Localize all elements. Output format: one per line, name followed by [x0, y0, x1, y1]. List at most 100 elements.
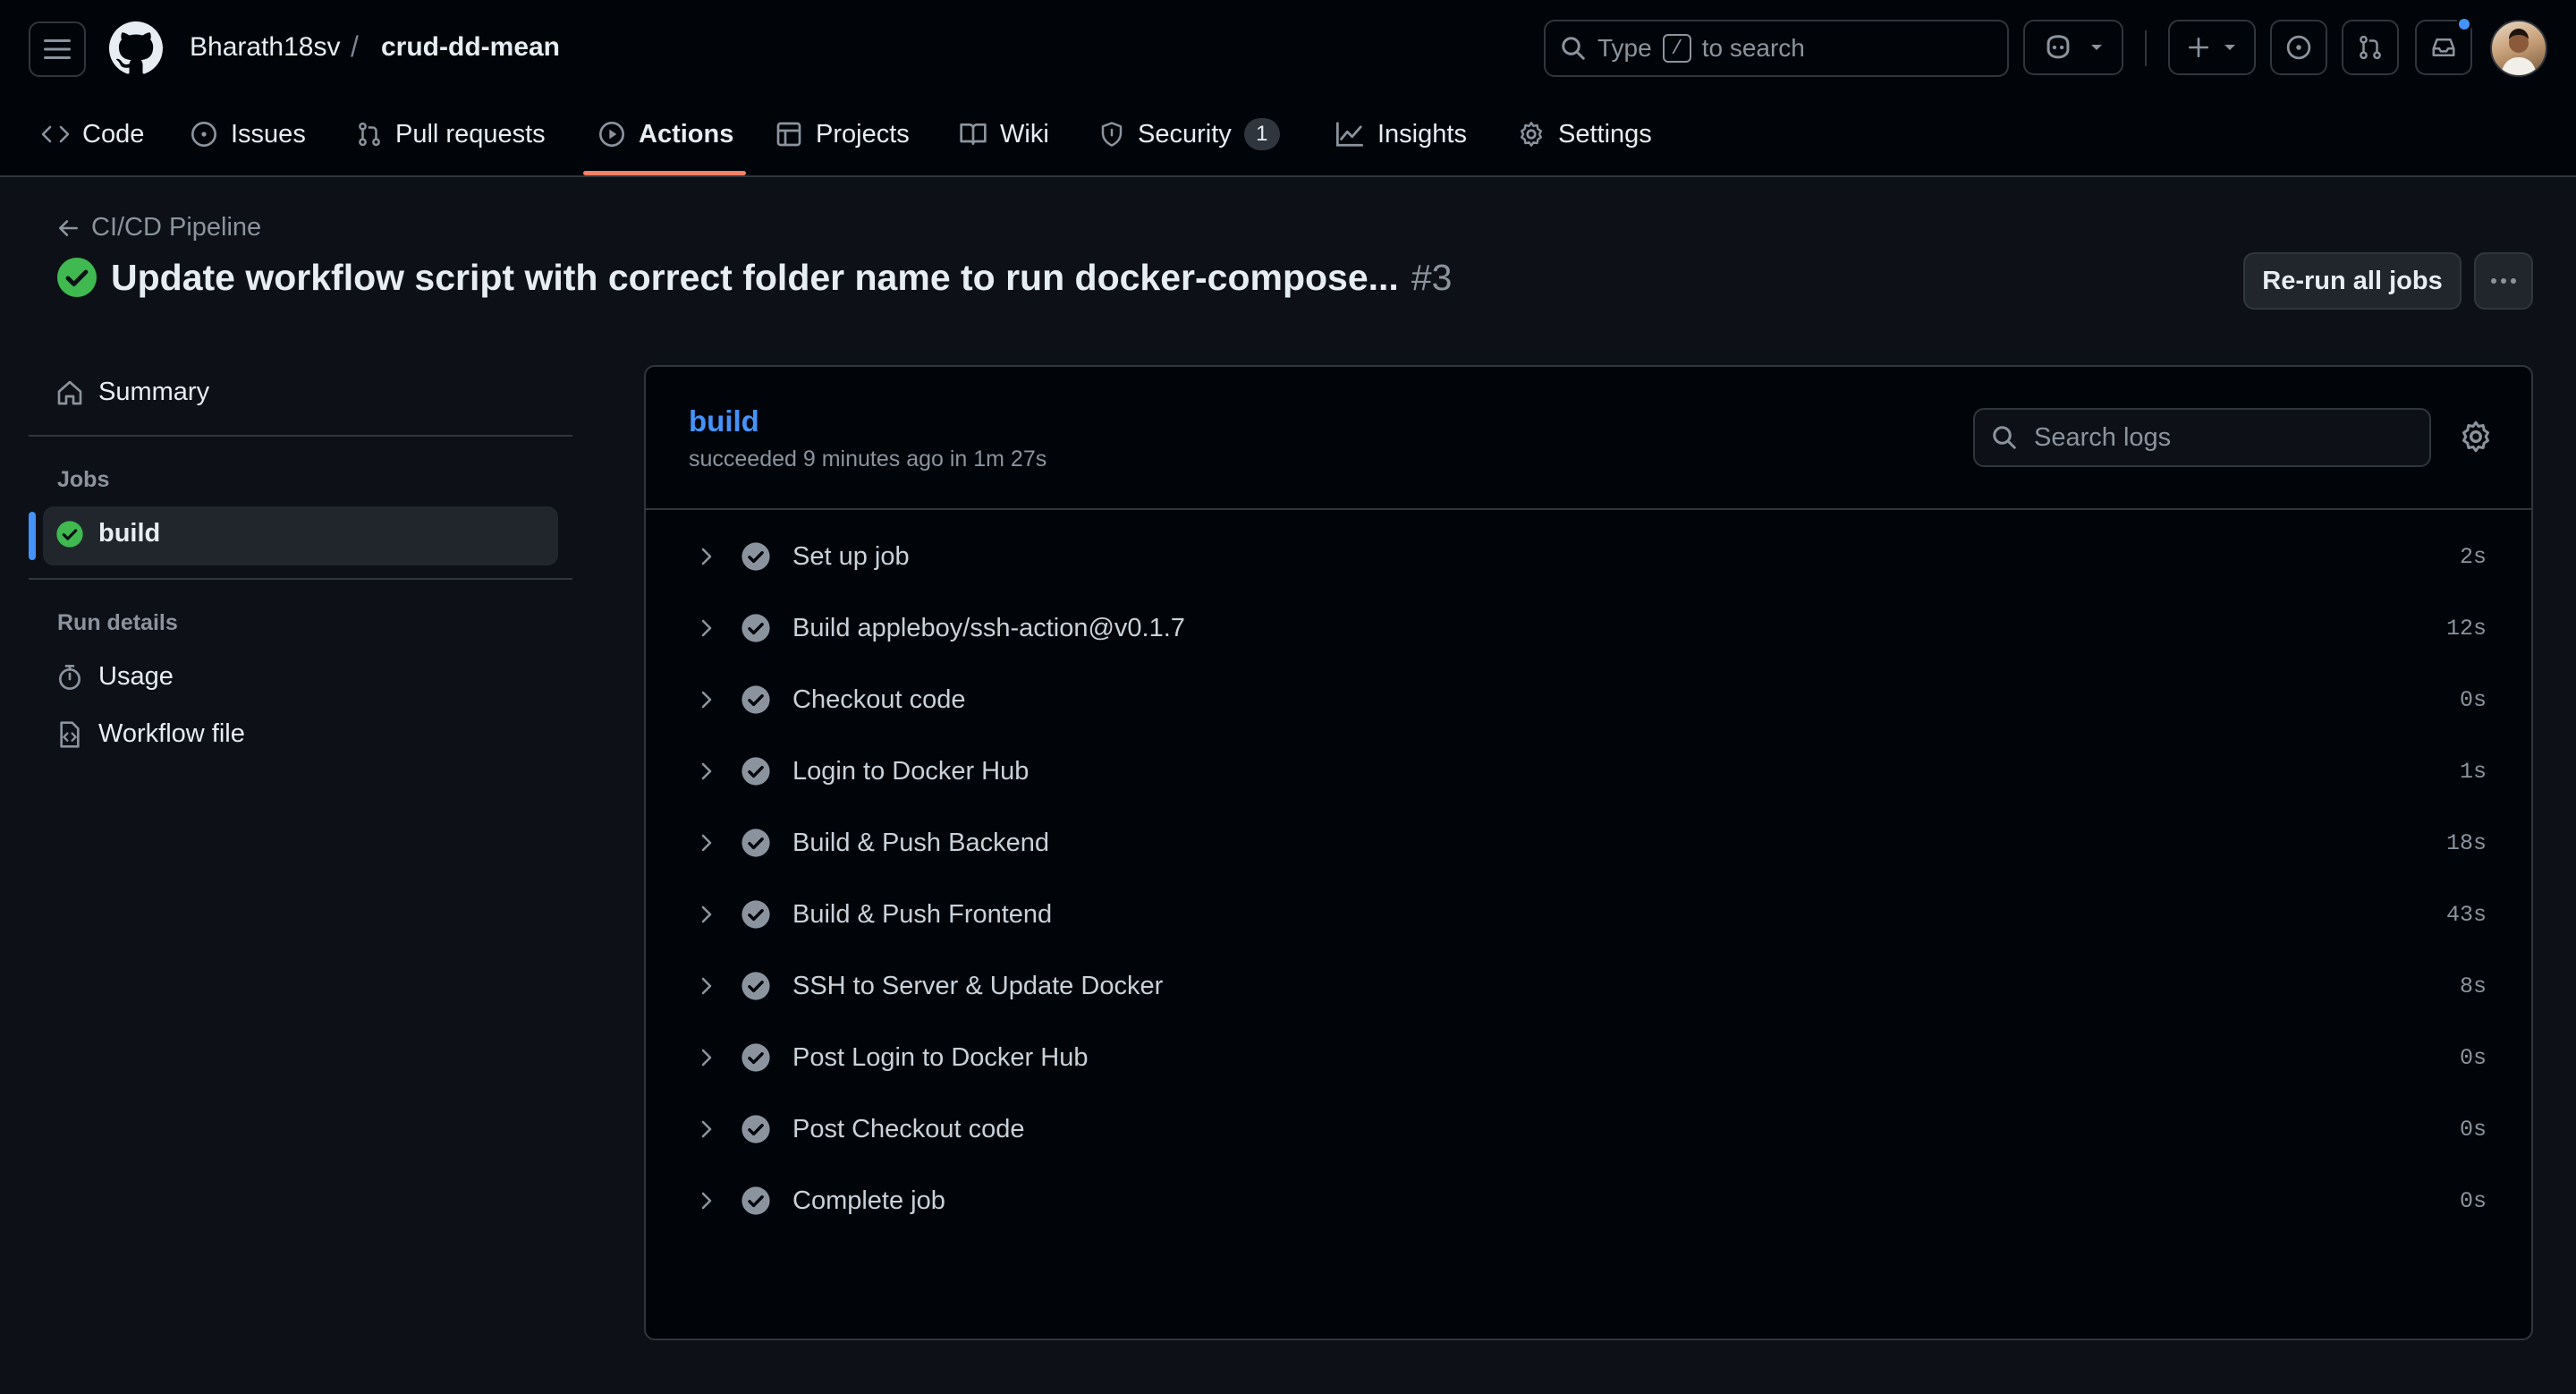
check-circle-success-icon: [57, 258, 97, 297]
step-duration: 43s: [2445, 901, 2487, 928]
tab-issues[interactable]: Issues: [190, 113, 306, 156]
chevron-right-icon[interactable]: [694, 547, 719, 566]
sidebar-workflow-file-label: Workflow file: [98, 719, 245, 748]
log-settings-button[interactable]: [2458, 419, 2494, 455]
chevron-right-icon[interactable]: [694, 1119, 719, 1139]
sidebar-job-label: build: [98, 519, 161, 548]
step-check-icon: [741, 1186, 771, 1216]
tab-security-label: Security: [1138, 119, 1232, 149]
notification-dot: [2456, 16, 2472, 32]
tab-wiki-label: Wiki: [1000, 119, 1049, 149]
job-step-row[interactable]: Complete job 0s: [646, 1165, 2531, 1237]
tab-code[interactable]: Code: [41, 113, 144, 156]
pull-request-icon: [359, 122, 380, 147]
search-icon: [1562, 37, 1585, 60]
tab-security[interactable]: Security 1: [1098, 113, 1280, 156]
sidebar-item-summary[interactable]: Summary: [55, 378, 209, 407]
chevron-right-icon[interactable]: [694, 833, 719, 853]
job-step-row[interactable]: Build appleboy/ssh-action@v0.1.7 12s: [646, 592, 2531, 664]
breadcrumb-repo[interactable]: crud-dd-mean: [381, 32, 560, 63]
tab-wiki[interactable]: Wiki: [959, 113, 1049, 156]
issues-shortcut-button[interactable]: [2270, 20, 2327, 75]
job-step-row[interactable]: Build & Push Frontend 43s: [646, 879, 2531, 950]
pull-requests-shortcut-button[interactable]: [2342, 20, 2399, 75]
tab-projects[interactable]: Projects: [775, 113, 910, 156]
github-logo-icon[interactable]: [109, 21, 163, 75]
tab-settings-label: Settings: [1558, 119, 1652, 149]
header-divider: [2145, 30, 2147, 66]
step-name: Checkout code: [792, 684, 966, 714]
step-check-icon: [741, 541, 771, 572]
sidebar-item-job-build[interactable]: build: [55, 519, 160, 548]
code-icon: [41, 125, 70, 143]
step-name: Build & Push Frontend: [792, 899, 1053, 929]
home-icon: [57, 380, 82, 404]
sidebar-item-usage[interactable]: Usage: [55, 662, 174, 692]
job-step-row[interactable]: Checkout code 0s: [646, 664, 2531, 735]
breadcrumb-owner[interactable]: Bharath18sv: [190, 32, 340, 63]
job-step-row[interactable]: Login to Docker Hub 1s: [646, 735, 2531, 807]
back-to-workflow-link[interactable]: CI/CD Pipeline: [57, 213, 261, 242]
step-name: Set up job: [792, 541, 910, 571]
sidebar-divider: [29, 435, 572, 437]
active-tab-indicator: [583, 171, 746, 175]
chevron-right-icon[interactable]: [694, 976, 719, 996]
step-name: Build & Push Backend: [792, 828, 1049, 857]
step-name: Build appleboy/ssh-action@v0.1.7: [792, 613, 1185, 642]
search-logs-input[interactable]: Search logs: [1973, 408, 2431, 467]
menu-button[interactable]: [29, 21, 86, 77]
step-name: Complete job: [792, 1186, 945, 1215]
step-duration: 0s: [2459, 1116, 2487, 1143]
tab-actions-label: Actions: [639, 119, 734, 149]
sidebar-run-details-heading: Run details: [57, 610, 178, 635]
workflow-name: CI/CD Pipeline: [91, 213, 262, 242]
sidebar-usage-label: Usage: [98, 662, 174, 691]
search-shortcut-key: /: [1662, 34, 1691, 63]
job-name-link[interactable]: build: [689, 404, 759, 438]
rerun-all-jobs-button[interactable]: Re-run all jobs: [2243, 252, 2462, 310]
job-step-row[interactable]: Post Login to Docker Hub 0s: [646, 1022, 2531, 1093]
job-step-row[interactable]: Set up job 2s: [646, 521, 2531, 592]
table-icon: [776, 122, 801, 147]
chevron-down-icon: [2224, 45, 2235, 50]
search-icon: [1993, 426, 2016, 449]
job-step-row[interactable]: SSH to Server & Update Docker 8s: [646, 950, 2531, 1022]
tab-insights[interactable]: Insights: [1335, 113, 1467, 156]
step-name: Post Login to Docker Hub: [792, 1042, 1089, 1072]
run-number: #3: [1411, 256, 1453, 298]
copilot-button[interactable]: [2023, 20, 2123, 75]
copilot-icon: [2046, 35, 2070, 59]
inbox-icon: [2432, 38, 2455, 56]
tab-projects-label: Projects: [816, 119, 910, 149]
tab-pull-requests[interactable]: Pull requests: [356, 113, 546, 156]
job-step-row[interactable]: Post Checkout code 0s: [646, 1093, 2531, 1165]
hamburger-icon: [44, 39, 71, 59]
step-duration: 1s: [2459, 758, 2487, 785]
step-check-icon: [741, 971, 771, 1001]
step-name: SSH to Server & Update Docker: [792, 971, 1164, 1000]
tab-actions[interactable]: Actions: [597, 113, 733, 156]
sidebar-item-workflow-file[interactable]: Workflow file: [55, 719, 245, 749]
create-new-button[interactable]: [2168, 20, 2256, 75]
kebab-horizontal-icon: [2491, 278, 2516, 284]
chevron-right-icon[interactable]: [694, 761, 719, 781]
more-options-button[interactable]: [2474, 252, 2533, 310]
run-title: Update workflow script with correct fold…: [55, 256, 1452, 299]
graph-icon: [1336, 122, 1363, 147]
sidebar-jobs-heading: Jobs: [57, 467, 110, 492]
step-check-icon: [741, 1042, 771, 1073]
chevron-right-icon[interactable]: [694, 1191, 719, 1211]
chevron-right-icon[interactable]: [694, 905, 719, 924]
global-search-input[interactable]: Type / to search: [1544, 20, 2009, 77]
chevron-right-icon[interactable]: [694, 1048, 719, 1067]
breadcrumb-separator: /: [351, 30, 359, 63]
chevron-right-icon[interactable]: [694, 690, 719, 710]
job-step-row[interactable]: Build & Push Backend 18s: [646, 807, 2531, 879]
chevron-right-icon[interactable]: [694, 618, 719, 638]
user-avatar[interactable]: [2490, 20, 2547, 77]
tab-settings[interactable]: Settings: [1517, 113, 1652, 156]
run-title-text: Update workflow script with correct fold…: [111, 256, 1399, 298]
step-duration: 0s: [2459, 1187, 2487, 1214]
sidebar-summary-label: Summary: [98, 378, 210, 406]
arrow-left-icon: [58, 219, 78, 236]
